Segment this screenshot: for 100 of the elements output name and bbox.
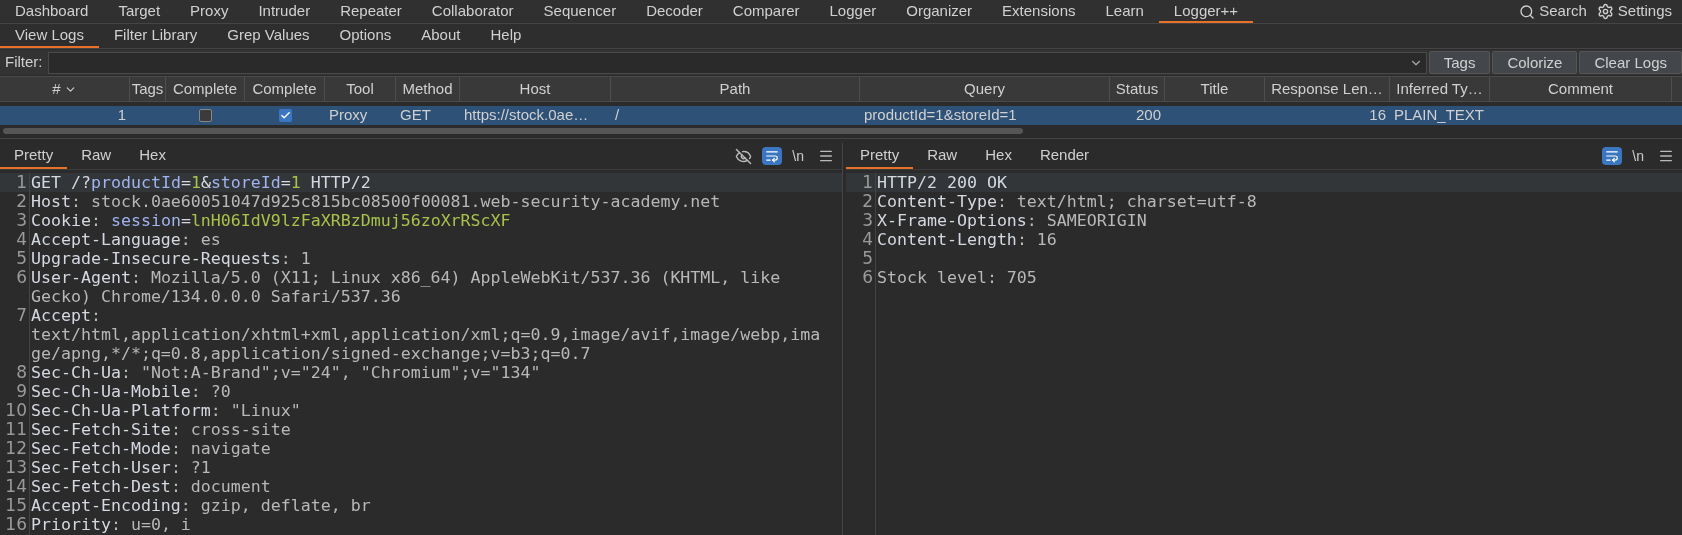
table-cell-text: productId=1&storeId=1 <box>864 105 1017 126</box>
log-row[interactable]: 1 Proxy GET https://stock.0ae… / productId=1&storeId=1 200 16 PLAIN_TEXT <box>0 106 1682 125</box>
editor-tab[interactable]: Hex <box>125 143 180 169</box>
table-cell-text: GET <box>400 105 431 126</box>
editor-tab[interactable]: Hex <box>971 143 1026 169</box>
column-header[interactable]: Comment <box>1490 77 1672 101</box>
sub-tab[interactable]: Grep Values <box>212 24 325 48</box>
menu-icon[interactable] <box>1658 148 1674 164</box>
editor-tab[interactable]: Render <box>1025 143 1104 169</box>
main-tab[interactable]: Logger <box>814 0 892 23</box>
line-number: 15 <box>5 496 27 515</box>
code-line: Sec-Fetch-Mode: navigate <box>30 439 272 458</box>
line-number: 1 <box>16 173 27 192</box>
column-header[interactable]: Inferred Ty… <box>1390 77 1490 101</box>
line-number: 3 <box>862 211 873 230</box>
column-header[interactable]: Complete <box>166 77 245 101</box>
sub-tab[interactable]: Filter Library <box>98 24 213 48</box>
column-header[interactable]: Host <box>460 77 611 101</box>
code-line: HTTP/2 200 OK <box>876 173 1008 192</box>
line-number: 8 <box>16 363 27 382</box>
scrollbar[interactable] <box>3 127 1023 134</box>
checkbox[interactable] <box>199 109 212 122</box>
filter-label: Filter: <box>4 52 44 73</box>
editor-tab[interactable]: Pretty <box>0 143 68 169</box>
column-header[interactable]: Tags <box>130 77 166 101</box>
table-cell-text: Proxy <box>329 105 368 126</box>
column-header[interactable]: Method <box>396 77 460 101</box>
editor-tab[interactable]: Raw <box>67 143 126 169</box>
sub-tab[interactable]: About <box>406 24 476 48</box>
line-number: 14 <box>5 477 27 496</box>
editor-tab[interactable]: Pretty <box>846 143 914 169</box>
line-number: 5 <box>862 249 873 268</box>
line-number: 7 <box>16 306 27 327</box>
wrap-toggle[interactable] <box>762 147 783 165</box>
checkbox[interactable] <box>278 109 292 122</box>
main-tab[interactable]: Target <box>103 0 176 23</box>
table-cell-text: 16 <box>1369 105 1386 126</box>
settings-icon <box>1596 3 1614 20</box>
code-line: Sec-Fetch-Dest: document <box>30 477 272 496</box>
line-number: 16 <box>5 515 27 534</box>
code-line: User-Agent: Mozilla/5.0 (X11; Linux x86_64) AppleWebKit/537.36 (KHTML, like Gecko) Chrome/134.0.0.0 Safari/537.36 <box>30 268 782 306</box>
column-header[interactable]: Title <box>1165 77 1265 101</box>
code-line: Sec-Ch-Ua: "Not:A-Brand";v="24", "Chromium";v="134" <box>30 363 542 382</box>
column-header[interactable]: # <box>0 77 130 101</box>
code-line: Upgrade-Insecure-Requests: 1 <box>30 249 312 268</box>
table-cell-text: PLAIN_TEXT <box>1394 105 1485 126</box>
line-number: 6 <box>16 268 27 289</box>
menu-icon[interactable] <box>818 148 834 164</box>
main-tab[interactable]: Sequencer <box>528 0 632 23</box>
editor-tab[interactable]: Raw <box>913 143 972 169</box>
filter-button[interactable]: Colorize <box>1492 51 1578 74</box>
code-line: Sec-Fetch-Site: cross-site <box>30 420 292 439</box>
code-line: Content-Length: 16 <box>876 230 1058 249</box>
line-number: 3 <box>16 211 27 230</box>
code-line: Accept-Encoding: gzip, deflate, br <box>30 496 372 515</box>
sub-tab[interactable]: Options <box>324 24 407 48</box>
sub-tab[interactable]: Help <box>475 24 537 48</box>
table-cell-text: https://stock.0ae… <box>464 105 589 126</box>
main-tab[interactable]: Intruder <box>243 0 326 23</box>
code-line: Sec-Fetch-User: ?1 <box>30 458 212 477</box>
main-tab[interactable]: Proxy <box>175 0 244 23</box>
column-header[interactable]: Query <box>860 77 1110 101</box>
code-line: Stock level: 705 <box>876 268 1038 287</box>
column-header[interactable]: Complete <box>245 77 325 101</box>
line-number: 13 <box>5 458 27 477</box>
filter-button[interactable]: Tags <box>1428 51 1491 74</box>
sub-tab[interactable]: View Logs <box>0 24 99 48</box>
main-tab[interactable]: Comparer <box>717 0 815 23</box>
eye-off-icon[interactable] <box>735 147 753 165</box>
main-tab[interactable]: Dashboard <box>0 0 104 23</box>
main-tab[interactable]: Organizer <box>891 0 988 23</box>
newline-toggle[interactable]: \n <box>792 145 804 167</box>
filter-button[interactable]: Clear Logs <box>1579 51 1682 74</box>
line-number: 10 <box>5 401 27 420</box>
line-number: 1 <box>862 173 873 192</box>
main-tab[interactable]: Collaborator <box>416 0 529 23</box>
column-header[interactable]: Path <box>611 77 860 101</box>
line-number: 2 <box>862 192 873 211</box>
line-number: 2 <box>16 192 27 211</box>
wrap-toggle[interactable] <box>1602 147 1623 165</box>
settings-button[interactable]: Settings <box>1596 0 1672 23</box>
main-tab[interactable]: Repeater <box>325 0 417 23</box>
code-line: X-Frame-Options: SAMEORIGIN <box>876 211 1148 230</box>
search-button[interactable]: Search <box>1519 0 1587 23</box>
table-cell-text: 200 <box>1135 105 1161 126</box>
main-tab[interactable]: Learn <box>1090 0 1159 23</box>
code-line: Accept: text/html,application/xhtml+xml,application/xml;q=0.9,image/avif,image/webp,image/apng,*/*;q=0.8,application/signed-exchange;v=b3;q=0.7 <box>30 306 822 363</box>
main-tab[interactable]: Decoder <box>631 0 718 23</box>
line-number: 9 <box>16 382 27 401</box>
column-header[interactable]: Response Len… <box>1265 77 1390 101</box>
line-number: 12 <box>5 439 27 458</box>
table-cell-text: / <box>615 105 620 126</box>
line-number: 6 <box>862 268 873 287</box>
newline-toggle[interactable]: \n <box>1632 145 1644 167</box>
code-line: Content-Type: text/html; charset=utf-8 <box>876 192 1258 211</box>
search-icon <box>1519 3 1536 20</box>
column-header[interactable]: Tool <box>325 77 396 101</box>
main-tab[interactable]: Extensions <box>987 0 1091 23</box>
column-header[interactable]: Status <box>1110 77 1165 101</box>
filter-field[interactable] <box>47 51 1427 74</box>
